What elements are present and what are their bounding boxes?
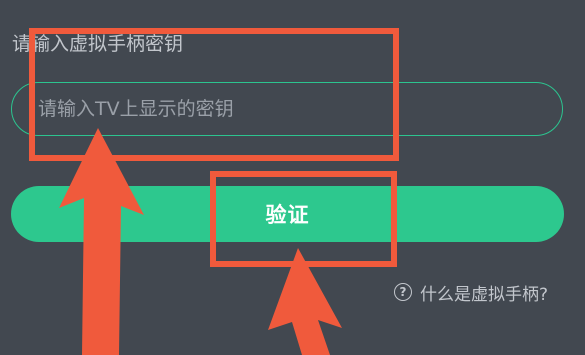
annotation-arrow-right xyxy=(268,248,342,355)
annotation-arrow-left xyxy=(59,128,144,355)
annotation-arrows xyxy=(59,128,342,355)
